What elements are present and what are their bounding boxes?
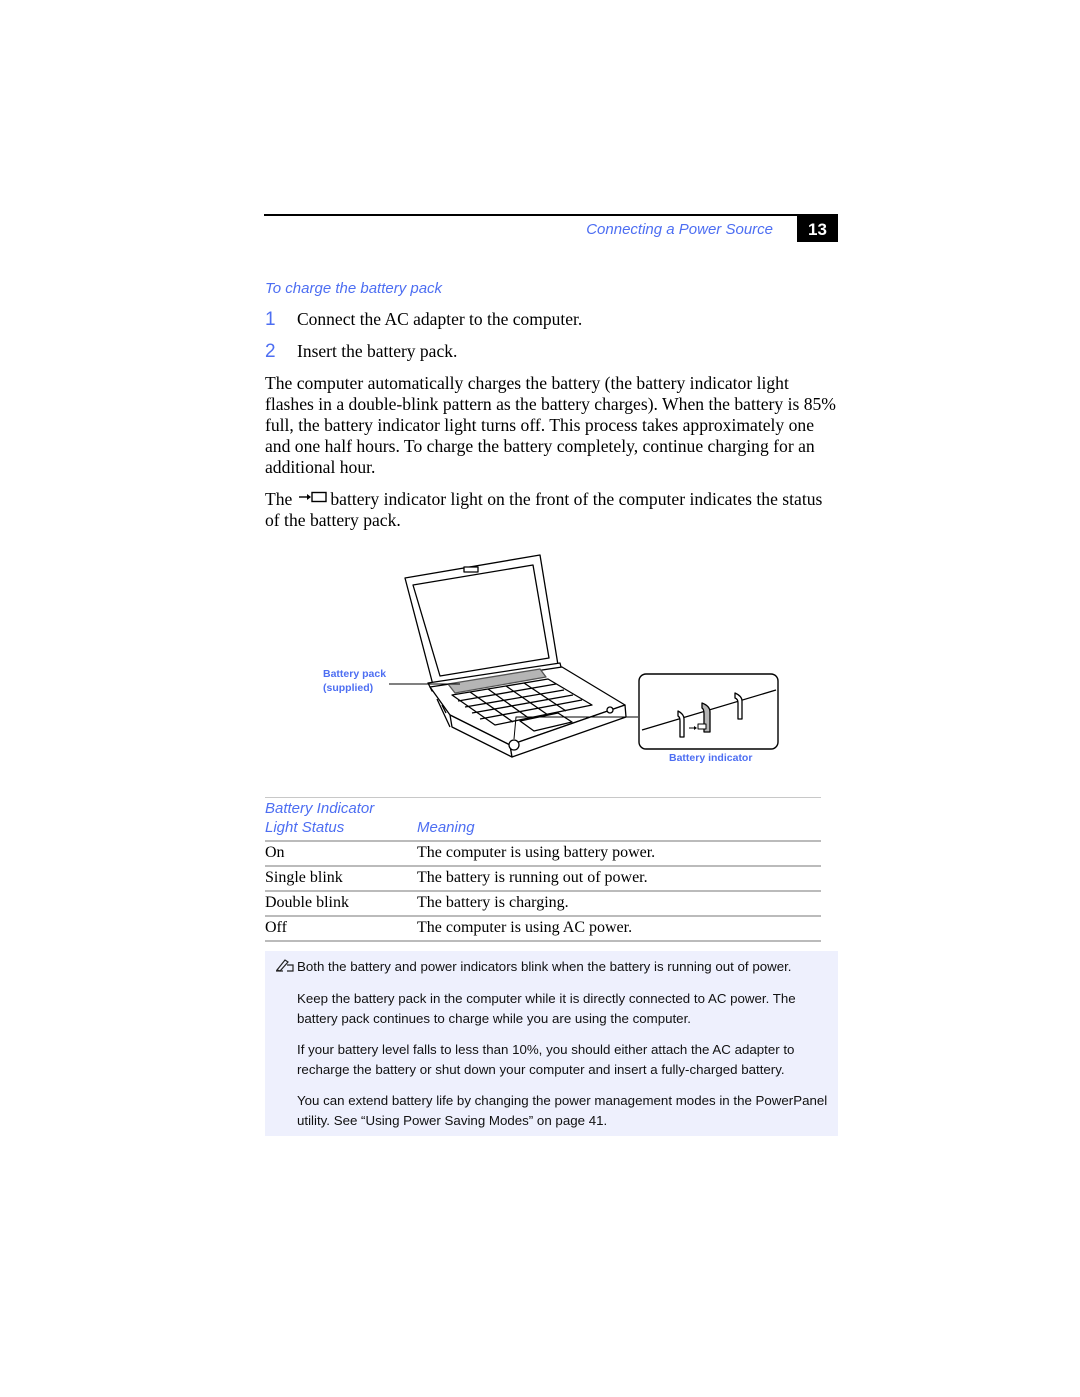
table-bottom-rule [265,940,821,942]
note-box: Both the battery and power indicators bl… [265,951,838,1136]
row-meaning: The computer is using AC power. [417,919,633,936]
header-line-1: Battery Indicator [265,800,375,817]
row-meaning: The battery is running out of power. [417,869,648,886]
charging-paragraph: The computer automatically charges the b… [265,373,836,477]
note-paragraph: You can extend battery life by changing … [297,1093,828,1128]
step-number: 2 [265,341,276,362]
laptop-illustration [389,554,779,758]
callout-line-2: (supplied) [323,682,374,694]
note-paragraph: Both the battery and power indicators bl… [297,959,792,974]
note-paragraph: Keep the battery pack in the computer wh… [297,991,796,1026]
indicator-paragraph: The battery indicator light on the front… [265,489,840,531]
step-1: 1 Connect the AC adapter to the computer. [265,309,582,331]
battery-indicator-callout: Battery indicator [669,752,753,764]
step-2: 2 Insert the battery pack. [265,341,457,363]
page-number: 13 [797,216,838,242]
step-number: 1 [265,309,276,330]
header-rule [264,214,838,216]
table-row: Double blink The battery is charging. [265,892,821,915]
paragraph-text-start: The [265,489,293,509]
paragraph-text-end: battery indicator light on the front of … [265,489,823,530]
table-header: Battery Indicator Light Status Meaning [265,798,821,840]
row-status: On [265,844,285,861]
table-row: On The computer is using battery power. [265,842,821,865]
header-light-status: Battery Indicator Light Status [265,799,374,837]
laptop-figure: Battery pack (supplied) Battery indicato… [300,545,800,775]
battery-indicator-icon [299,491,328,503]
table-row: Single blink The battery is running out … [265,867,821,890]
indicator-status-table: Battery Indicator Light Status Meaning O… [265,797,821,942]
row-status: Single blink [265,869,343,886]
row-meaning: The battery is charging. [417,894,569,911]
battery-pack-callout: Battery pack (supplied) [323,667,386,695]
callout-line-1: Battery pack [323,668,387,680]
note-paragraph: If your battery level falls to less than… [297,1042,795,1077]
note-pencil-icon [275,959,294,972]
header-line-2: Light Status [265,819,345,836]
running-head: Connecting a Power Source [586,221,773,238]
row-meaning: The computer is using battery power. [417,844,656,861]
row-status: Off [265,919,287,936]
procedure-title: To charge the battery pack [265,280,443,297]
row-status: Double blink [265,894,349,911]
step-text: Insert the battery pack. [297,341,458,361]
step-text: Connect the AC adapter to the computer. [297,309,583,329]
table-row: Off The computer is using AC power. [265,917,821,940]
header-meaning: Meaning [417,819,475,836]
